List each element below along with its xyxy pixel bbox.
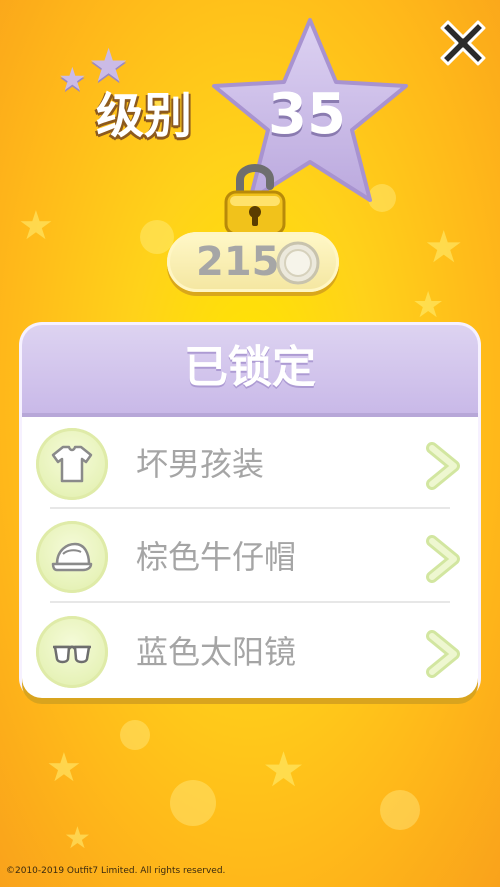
panel-header: 已锁定 [22, 325, 478, 417]
close-icon [440, 20, 486, 66]
background-bokeh [170, 780, 216, 826]
list-item-label: 坏男孩装 [136, 445, 265, 483]
background-star-icon: ★ [46, 745, 82, 791]
background-star-icon: ★ [262, 742, 306, 798]
list-item-label: 棕色牛仔帽 [136, 538, 297, 576]
background-star-icon: ★ [424, 222, 464, 273]
list-item-cowboy-hat[interactable]: 棕色牛仔帽 [36, 513, 464, 605]
level-label: 级别 [96, 88, 193, 144]
background-bokeh [120, 720, 150, 750]
chevron-right-icon[interactable] [424, 535, 462, 583]
chevron-right-icon[interactable] [424, 442, 462, 490]
row-divider [50, 601, 450, 603]
close-button[interactable] [438, 16, 488, 66]
small-star-icon: ★ [58, 60, 87, 98]
copyright-text: ©2010-2019 Outfit7 Limited. All rights r… [6, 866, 226, 876]
background-star-icon: ★ [412, 285, 445, 326]
row-divider [50, 507, 450, 509]
panel-title: 已锁定 [184, 342, 316, 393]
background-bokeh [380, 790, 420, 830]
unlock-price-amount: 215 [196, 239, 280, 285]
item-icon-badge [36, 616, 108, 688]
item-icon-badge [36, 521, 108, 593]
background-star-icon: ★ [18, 203, 54, 249]
coin-icon [276, 241, 320, 285]
list-item-sunglasses[interactable]: 蓝色太阳镜 [36, 608, 464, 698]
tshirt-icon [51, 445, 93, 483]
padlock-icon [224, 164, 286, 236]
chevron-right-icon[interactable] [424, 630, 462, 678]
item-icon-badge [36, 428, 108, 500]
locked-items-panel: 已锁定 坏男孩装 棕色牛仔帽 蓝色太阳镜 [22, 325, 478, 698]
list-item-outfit[interactable]: 坏男孩装 [36, 420, 464, 512]
cap-icon [51, 542, 93, 572]
background-star-icon: ★ [64, 821, 91, 856]
glasses-icon [53, 645, 91, 664]
list-item-label: 蓝色太阳镜 [136, 633, 297, 671]
small-star-icon: ★ [88, 38, 130, 92]
level-number: 35 [268, 82, 346, 147]
